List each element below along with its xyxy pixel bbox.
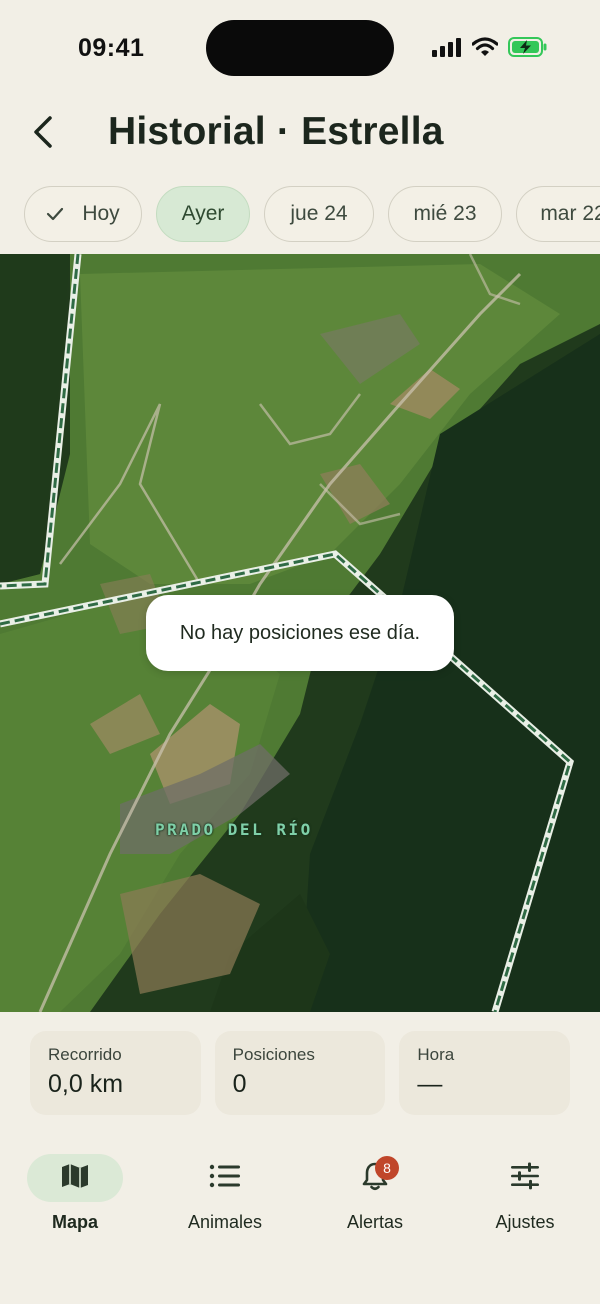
page-title: Historial · Estrella xyxy=(108,110,444,153)
sliders-icon xyxy=(510,1162,540,1195)
stat-value: — xyxy=(417,1070,443,1098)
stat-card-distance: Recorrido 0,0 km xyxy=(30,1031,201,1115)
date-chip-label: jue 24 xyxy=(290,202,348,225)
tab-icon-container xyxy=(177,1154,273,1202)
stat-card-time: Hora — xyxy=(399,1031,571,1115)
date-filter-chips: Hoy Ayer jue 24 mié 23 mar 22 xyxy=(24,186,600,244)
stat-value: 0 xyxy=(232,1070,247,1098)
stat-value: 0,0 km xyxy=(48,1070,124,1098)
tab-icon-container xyxy=(27,1154,123,1202)
status-time: 09:41 xyxy=(78,34,145,62)
tab-alertas[interactable]: 8 Alertas xyxy=(300,1150,450,1240)
date-chip-ayer[interactable]: Ayer xyxy=(156,186,250,242)
wifi-icon xyxy=(471,37,499,62)
chevron-left-icon xyxy=(32,115,54,154)
dynamic-island xyxy=(206,20,394,76)
tab-animales[interactable]: Animales xyxy=(150,1150,300,1240)
date-chip-label: mar 22 xyxy=(540,202,600,225)
date-chip-mie-23[interactable]: mié 23 xyxy=(388,186,502,242)
tab-label: Ajustes xyxy=(495,1212,555,1232)
stat-label: Hora xyxy=(417,1045,455,1064)
stats-row: Recorrido 0,0 km Posiciones 0 Hora — xyxy=(30,1031,571,1115)
tab-label: Mapa xyxy=(51,1212,98,1232)
tab-label: Animales xyxy=(187,1212,263,1232)
header: Historial · Estrella xyxy=(0,96,600,180)
tab-ajustes[interactable]: Ajustes xyxy=(450,1150,600,1240)
satellite-map[interactable]: PRADO DEL RÍO No hay posiciones ese día. xyxy=(0,254,600,1012)
signal-icon xyxy=(432,37,462,62)
back-button[interactable] xyxy=(26,114,60,154)
date-chip-label: mié 23 xyxy=(413,202,477,225)
check-icon xyxy=(46,207,64,221)
map-place-label: PRADO DEL RÍO xyxy=(155,820,313,839)
battery-charging-icon xyxy=(508,36,548,63)
status-icons xyxy=(432,36,548,63)
stat-card-positions: Posiciones 0 xyxy=(214,1031,386,1115)
date-chip-jue-24[interactable]: jue 24 xyxy=(264,186,374,242)
alerts-count-badge: 8 xyxy=(375,1156,399,1180)
list-icon xyxy=(209,1163,241,1194)
stat-label: Recorrido xyxy=(48,1045,122,1064)
date-chip-mar-22[interactable]: mar 22 xyxy=(516,186,600,242)
map-icon xyxy=(60,1162,90,1195)
tab-mapa[interactable]: Mapa xyxy=(0,1150,150,1240)
date-chip-hoy[interactable]: Hoy xyxy=(24,186,142,242)
tab-icon-container xyxy=(477,1154,573,1202)
tab-label: Alertas xyxy=(346,1212,404,1232)
status-bar: 09:41 xyxy=(0,0,600,96)
tab-icon-container: 8 xyxy=(327,1154,423,1202)
no-positions-toast: No hay posiciones ese día. xyxy=(146,595,454,671)
bottom-tab-bar: Mapa Animales 8 Alertas Ajustes xyxy=(0,1150,600,1240)
date-chip-label: Hoy xyxy=(82,202,120,225)
stat-label: Posiciones xyxy=(232,1045,315,1064)
date-chip-label: Ayer xyxy=(181,202,225,225)
